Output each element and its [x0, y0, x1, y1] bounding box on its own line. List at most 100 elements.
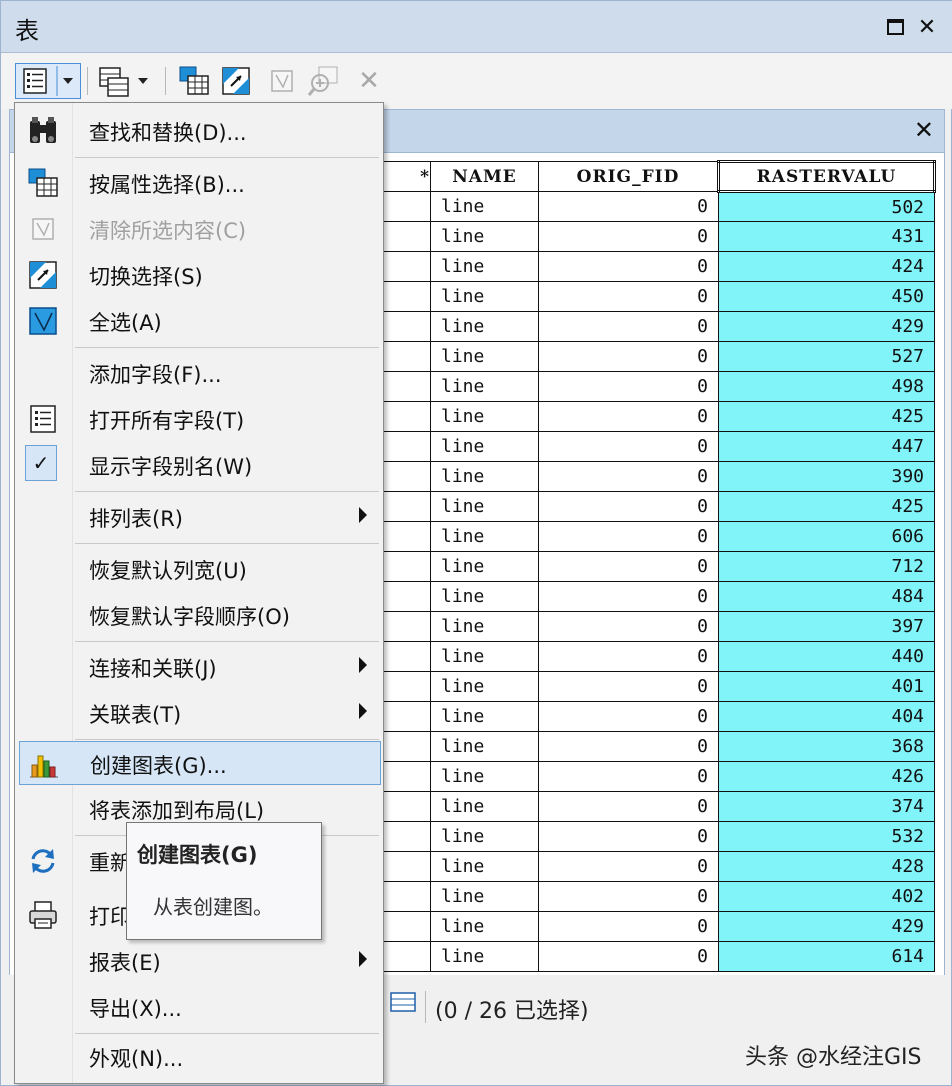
cell-name[interactable]: line	[430, 521, 539, 552]
cell-name[interactable]: line	[430, 641, 539, 672]
cell-rastervalu[interactable]: 440	[718, 641, 935, 672]
cell-orig-fid[interactable]: 0	[538, 311, 719, 342]
cell-name[interactable]: line	[430, 941, 539, 972]
table-row[interactable]: line 0 532	[340, 821, 935, 852]
menu-item-add-field[interactable]: 添加字段(F)...	[19, 351, 381, 395]
cell-rastervalu[interactable]: 447	[718, 431, 935, 462]
cell-orig-fid[interactable]: 0	[538, 941, 719, 972]
table-row[interactable]: line 0 397	[340, 611, 935, 642]
cell-orig-fid[interactable]: 0	[538, 401, 719, 432]
cell-rastervalu[interactable]: 498	[718, 371, 935, 402]
cell-orig-fid[interactable]: 0	[538, 761, 719, 792]
table-row[interactable]: line 0 527	[340, 341, 935, 372]
cell-orig-fid[interactable]: 0	[538, 581, 719, 612]
cell-rastervalu[interactable]: 390	[718, 461, 935, 492]
menu-item-select-all[interactable]: 全选(A)	[19, 299, 381, 343]
cell-name[interactable]: line	[430, 251, 539, 282]
table-row[interactable]: line 0 426	[340, 761, 935, 792]
cell-name[interactable]: line	[430, 461, 539, 492]
cell-name[interactable]: line	[430, 431, 539, 462]
zoom-to-selected-button[interactable]	[305, 63, 343, 99]
table-row[interactable]: line 0 401	[340, 671, 935, 702]
table-row[interactable]: line 0 429	[340, 911, 935, 942]
cell-orig-fid[interactable]: 0	[538, 611, 719, 642]
cell-orig-fid[interactable]: 0	[538, 281, 719, 312]
menu-item-create-graph[interactable]: 创建图表(G)...	[19, 741, 381, 785]
cell-name[interactable]: line	[430, 611, 539, 642]
cell-orig-fid[interactable]: 0	[538, 431, 719, 462]
table-row[interactable]: line 0 614	[340, 941, 935, 972]
menu-item-reports[interactable]: 报表(E)	[19, 939, 381, 983]
table-row[interactable]: line 0 368	[340, 731, 935, 762]
cell-rastervalu[interactable]: 431	[718, 221, 935, 252]
table-row[interactable]: line 0 502	[340, 191, 935, 222]
menu-item-show-field-alias[interactable]: ✓ 显示字段别名(W)	[19, 443, 381, 487]
table-row[interactable]: line 0 374	[340, 791, 935, 822]
cell-rastervalu[interactable]: 502	[718, 191, 935, 222]
table-row[interactable]: line 0 712	[340, 551, 935, 582]
select-by-attributes-button[interactable]	[175, 63, 213, 99]
cell-name[interactable]: line	[430, 791, 539, 822]
cell-name[interactable]: line	[430, 371, 539, 402]
table-row[interactable]: line 0 425	[340, 401, 935, 432]
menu-item-switch-selection[interactable]: 切换选择(S)	[19, 253, 381, 297]
cell-rastervalu[interactable]: 401	[718, 671, 935, 702]
table-row[interactable]: line 0 440	[340, 641, 935, 672]
cell-rastervalu[interactable]: 397	[718, 611, 935, 642]
menu-item-export[interactable]: 导出(X)...	[19, 985, 381, 1029]
cell-name[interactable]: line	[430, 491, 539, 522]
cell-name[interactable]: line	[430, 341, 539, 372]
cell-name[interactable]: line	[430, 311, 539, 342]
maximize-button[interactable]	[881, 13, 909, 41]
menu-item-select-by-attributes[interactable]: 按属性选择(B)...	[19, 161, 381, 205]
cell-rastervalu[interactable]: 712	[718, 551, 935, 582]
cell-rastervalu[interactable]: 429	[718, 911, 935, 942]
cell-rastervalu[interactable]: 606	[718, 521, 935, 552]
menu-item-open-all-fields[interactable]: 打开所有字段(T)	[19, 397, 381, 441]
menu-item-find-replace[interactable]: 查找和替换(D)...	[19, 109, 381, 153]
menu-item-appearance[interactable]: 外观(N)...	[19, 1035, 381, 1079]
cell-name[interactable]: line	[430, 221, 539, 252]
cell-rastervalu[interactable]: 527	[718, 341, 935, 372]
cell-rastervalu[interactable]: 368	[718, 731, 935, 762]
table-row[interactable]: line 0 404	[340, 701, 935, 732]
cell-orig-fid[interactable]: 0	[538, 641, 719, 672]
tab-close-icon[interactable]: ✕	[914, 116, 934, 144]
cell-orig-fid[interactable]: 0	[538, 521, 719, 552]
cell-name[interactable]: line	[430, 881, 539, 912]
menu-item-related-tables[interactable]: 关联表(T)	[19, 691, 381, 735]
cell-name[interactable]: line	[430, 581, 539, 612]
cell-orig-fid[interactable]: 0	[538, 821, 719, 852]
cell-orig-fid[interactable]: 0	[538, 731, 719, 762]
cell-rastervalu[interactable]: 374	[718, 791, 935, 822]
cell-rastervalu[interactable]: 614	[718, 941, 935, 972]
cell-orig-fid[interactable]: 0	[538, 551, 719, 582]
cell-orig-fid[interactable]: 0	[538, 191, 719, 222]
cell-rastervalu[interactable]: 404	[718, 701, 935, 732]
show-all-records-icon[interactable]	[389, 989, 419, 1015]
cell-name[interactable]: line	[430, 761, 539, 792]
cell-rastervalu[interactable]: 402	[718, 881, 935, 912]
cell-name[interactable]: line	[430, 851, 539, 882]
table-row[interactable]: line 0 450	[340, 281, 935, 312]
table-row[interactable]: line 0 429	[340, 311, 935, 342]
cell-rastervalu[interactable]: 425	[718, 401, 935, 432]
cell-orig-fid[interactable]: 0	[538, 491, 719, 522]
column-header-rastervalu[interactable]: RASTERVALU	[717, 160, 936, 193]
cell-orig-fid[interactable]: 0	[538, 221, 719, 252]
table-row[interactable]: line 0 484	[340, 581, 935, 612]
table-row[interactable]: line 0 424	[340, 251, 935, 282]
cell-orig-fid[interactable]: 0	[538, 911, 719, 942]
clear-selection-button[interactable]	[265, 63, 299, 99]
menu-item-joins-relates[interactable]: 连接和关联(J)	[19, 645, 381, 689]
cell-rastervalu[interactable]: 424	[718, 251, 935, 282]
table-row[interactable]: line 0 402	[340, 881, 935, 912]
cell-name[interactable]: line	[430, 551, 539, 582]
cell-orig-fid[interactable]: 0	[538, 371, 719, 402]
cell-name[interactable]: line	[430, 701, 539, 732]
cell-orig-fid[interactable]: 0	[538, 791, 719, 822]
cell-rastervalu[interactable]: 428	[718, 851, 935, 882]
cell-name[interactable]: line	[430, 191, 539, 222]
table-row[interactable]: line 0 606	[340, 521, 935, 552]
cell-orig-fid[interactable]: 0	[538, 701, 719, 732]
